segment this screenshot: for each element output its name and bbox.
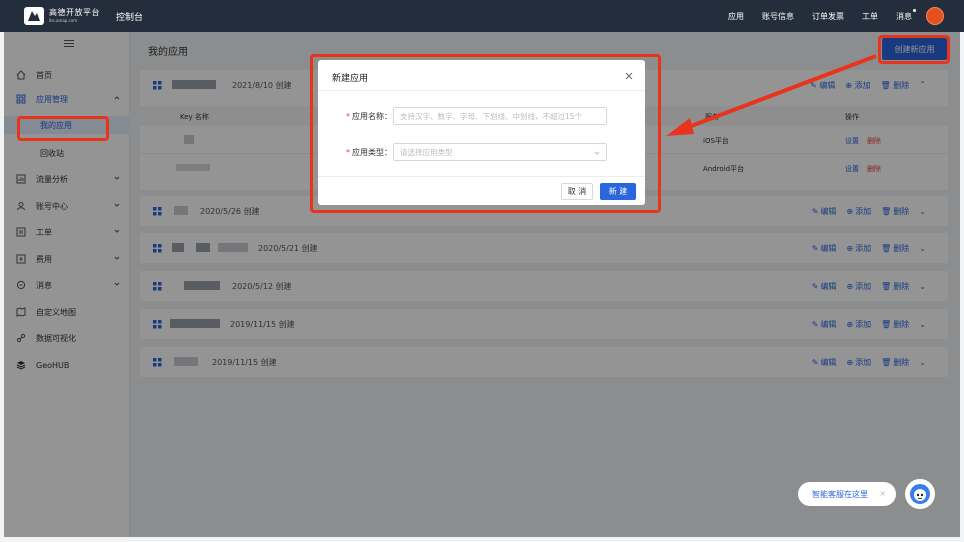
nav-invoices[interactable]: 订单发票 [812, 11, 844, 22]
top-bar: 高德开放平台 lbs.amap.com 控制台 应用 账号信息 订单发票 工单 … [0, 0, 964, 32]
avatar[interactable] [926, 7, 944, 25]
unread-dot [913, 8, 916, 12]
console-label[interactable]: 控制台 [116, 10, 143, 23]
close-icon[interactable]: × [879, 489, 886, 498]
chat-bot-icon[interactable] [905, 479, 935, 509]
logo-wordmark: 高德开放平台 lbs.amap.com [49, 8, 100, 23]
nav-messages[interactable]: 消息 [896, 8, 916, 22]
amap-logo[interactable] [24, 7, 44, 25]
chat-support-pill[interactable]: 智能客服在这里 × [798, 482, 896, 506]
nav-apps[interactable]: 应用 [728, 11, 744, 22]
annotation-box-dialog [310, 54, 661, 213]
annotation-box-my-apps [17, 116, 109, 141]
nav-tickets[interactable]: 工单 [862, 11, 878, 22]
nav-account[interactable]: 账号信息 [762, 11, 794, 22]
annotation-box-create [878, 35, 950, 64]
top-nav: 应用 账号信息 订单发票 工单 消息 [710, 0, 944, 32]
